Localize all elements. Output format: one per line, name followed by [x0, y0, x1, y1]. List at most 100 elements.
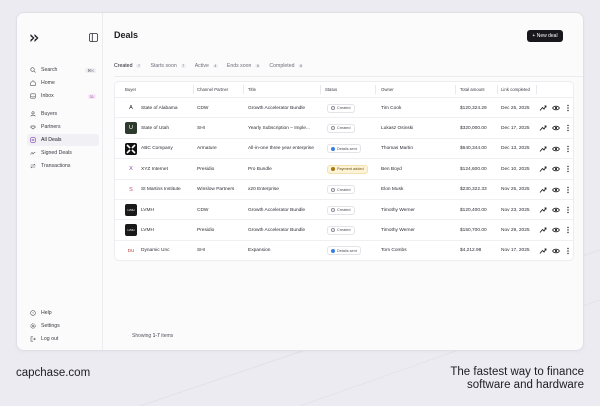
logout-icon	[30, 336, 36, 342]
tabs-divider	[114, 76, 583, 77]
sidebar-item-label: Help	[41, 310, 52, 316]
share-icon[interactable]	[539, 124, 547, 132]
status-created-icon	[331, 187, 335, 192]
sidebar-item-settings[interactable]: Settings	[27, 320, 99, 332]
deal-title[interactable]: Growth Accelerator Bundle	[248, 228, 305, 233]
deal-title[interactable]: Growth Accelerator Bundle	[248, 106, 305, 111]
sidebar-item-label: Settings	[41, 323, 60, 329]
share-icon[interactable]	[539, 104, 547, 112]
deal-title[interactable]: Growth Accelerator Bundle	[248, 208, 305, 213]
status-label: Created	[337, 187, 351, 192]
tab-starts-soon[interactable]: Starts soon 7	[150, 63, 186, 77]
sidebar-item-partners[interactable]: Partners	[27, 121, 99, 133]
tab-created[interactable]: Created 7	[114, 63, 142, 77]
share-icon[interactable]	[539, 206, 547, 214]
column-header-title[interactable]: Title	[248, 87, 256, 92]
table-row[interactable]: LVMH LVMH Presidio Growth Accelerator Bundl…	[115, 220, 573, 241]
table-row[interactable]: LVMH LVMH CDW Growth Accelerator Bundle Crea…	[115, 200, 573, 221]
more-options-icon[interactable]	[564, 226, 572, 234]
column-divider	[320, 85, 321, 94]
column-header-total-amount[interactable]: Total amount	[460, 87, 485, 92]
pagination-range[interactable]: 1-7	[153, 333, 160, 339]
sidebar-search[interactable]: Search ⌘K	[27, 64, 99, 76]
more-options-icon[interactable]	[564, 165, 572, 173]
sidebar-search-label: Search	[41, 67, 58, 73]
tab-ends-soon[interactable]: Ends soon 8	[227, 63, 261, 77]
buyer-name[interactable]: State of Utah	[141, 126, 169, 131]
deal-title[interactable]: Expansion	[248, 248, 270, 253]
eye-icon[interactable]	[552, 186, 560, 194]
channel-partner: SHI	[197, 248, 205, 254]
table-row[interactable]: DU Dynamic Unc SHI Expansion Details sent Tom…	[115, 241, 573, 260]
table-header: Buyer Channel Partner Title Status Owner…	[115, 82, 573, 98]
buyer-name[interactable]: XYZ Internet	[141, 167, 168, 172]
table-row[interactable]: A State of Alabama CDW Growth Accelerator B…	[115, 98, 573, 119]
column-header-channel-partner[interactable]: Channel Partner	[197, 87, 228, 92]
tab-label: Created	[114, 63, 133, 69]
share-icon[interactable]	[539, 226, 547, 234]
buyer-name[interactable]: Dynamic Unc	[141, 248, 170, 253]
sidebar-item-inbox[interactable]: Inbox 31	[27, 90, 99, 102]
eye-icon[interactable]	[552, 206, 560, 214]
deal-title[interactable]: All-in-one three year enterprise	[248, 146, 314, 151]
sidebar-toggle-icon[interactable]	[89, 33, 98, 42]
sidebar-item-signed-deals[interactable]: Signed Deals	[27, 147, 99, 159]
buyer-name[interactable]: State of Alabama	[141, 106, 178, 111]
tab-completed[interactable]: Completed 8	[269, 63, 304, 77]
sidebar-item-label: Transactions	[41, 163, 71, 169]
share-icon[interactable]	[539, 145, 547, 153]
buyer-name[interactable]: ABC Company	[141, 146, 173, 151]
link-completed-date: Nov 25, 2025	[501, 187, 530, 193]
more-options-icon[interactable]	[564, 206, 572, 214]
table-row[interactable]: ABC Company Armature All-in-one three year…	[115, 139, 573, 160]
deal-title[interactable]: x20 Enterprise	[248, 187, 279, 192]
deals-icon	[30, 137, 36, 143]
column-header-status[interactable]: Status	[325, 87, 337, 92]
share-icon[interactable]	[539, 165, 547, 173]
table-row[interactable]: U State of Utah SHI Yearly Subscription – I…	[115, 118, 573, 139]
eye-icon[interactable]	[552, 124, 560, 132]
tab-active[interactable]: Active 4	[195, 63, 218, 77]
link-completed-date: Dec 10, 2025	[501, 166, 530, 172]
page-title: Deals	[114, 30, 139, 40]
column-divider	[455, 85, 456, 94]
app-window: Search ⌘K Home Inbox 31 Buyers Partners …	[16, 12, 584, 351]
sidebar-item-all-deals[interactable]: All Deals	[27, 134, 99, 146]
deal-title[interactable]: Pro Bundle	[248, 167, 272, 172]
more-options-icon[interactable]	[564, 186, 572, 194]
column-header-link-completed[interactable]: Link completed	[501, 87, 530, 92]
eye-icon[interactable]	[552, 104, 560, 112]
more-options-icon[interactable]	[564, 247, 572, 255]
eye-icon[interactable]	[552, 226, 560, 234]
total-amount: $120,400.00	[460, 207, 487, 213]
buyer-name[interactable]: LVMH	[141, 208, 154, 213]
eye-icon[interactable]	[552, 145, 560, 153]
sidebar-item-home[interactable]: Home	[27, 77, 99, 89]
status-sent-icon	[331, 146, 335, 151]
buyer-logo: S	[129, 186, 133, 193]
total-amount: $4,212.98	[460, 248, 482, 254]
deal-tabs: Created 7 Starts soon 7 Active 4 Ends so…	[114, 63, 312, 77]
buyer-name[interactable]: St Martins Institute	[141, 187, 181, 192]
share-icon[interactable]	[539, 186, 547, 194]
deal-title[interactable]: Yearly Subscription – Imple...	[248, 126, 310, 131]
share-icon[interactable]	[539, 247, 547, 255]
table-row[interactable]: X XYZ Internet Presidio Pro Bundle Payment a…	[115, 159, 573, 180]
more-options-icon[interactable]	[564, 104, 572, 112]
sidebar-item-help[interactable]: ? Help	[27, 307, 99, 319]
column-header-buyer[interactable]: Buyer	[125, 87, 136, 92]
eye-icon[interactable]	[552, 247, 560, 255]
sidebar-item-label: Home	[41, 80, 55, 86]
sidebar-item-transactions[interactable]: Transactions	[27, 160, 99, 172]
more-options-icon[interactable]	[564, 145, 572, 153]
buyer-name[interactable]: LVMH	[141, 228, 154, 233]
search-shortcut: ⌘K	[85, 67, 96, 73]
deal-owner: Timothy Werner	[381, 227, 415, 233]
new-deal-button[interactable]: + New deal	[527, 30, 563, 42]
table-row[interactable]: S St Martins Institute Winslow Partners x20…	[115, 180, 573, 200]
eye-icon[interactable]	[552, 165, 560, 173]
sidebar-item-buyers[interactable]: Buyers	[27, 108, 99, 120]
more-options-icon[interactable]	[564, 124, 572, 132]
sidebar-item-log-out[interactable]: Log out	[27, 333, 99, 345]
column-header-owner[interactable]: Owner	[381, 87, 394, 92]
